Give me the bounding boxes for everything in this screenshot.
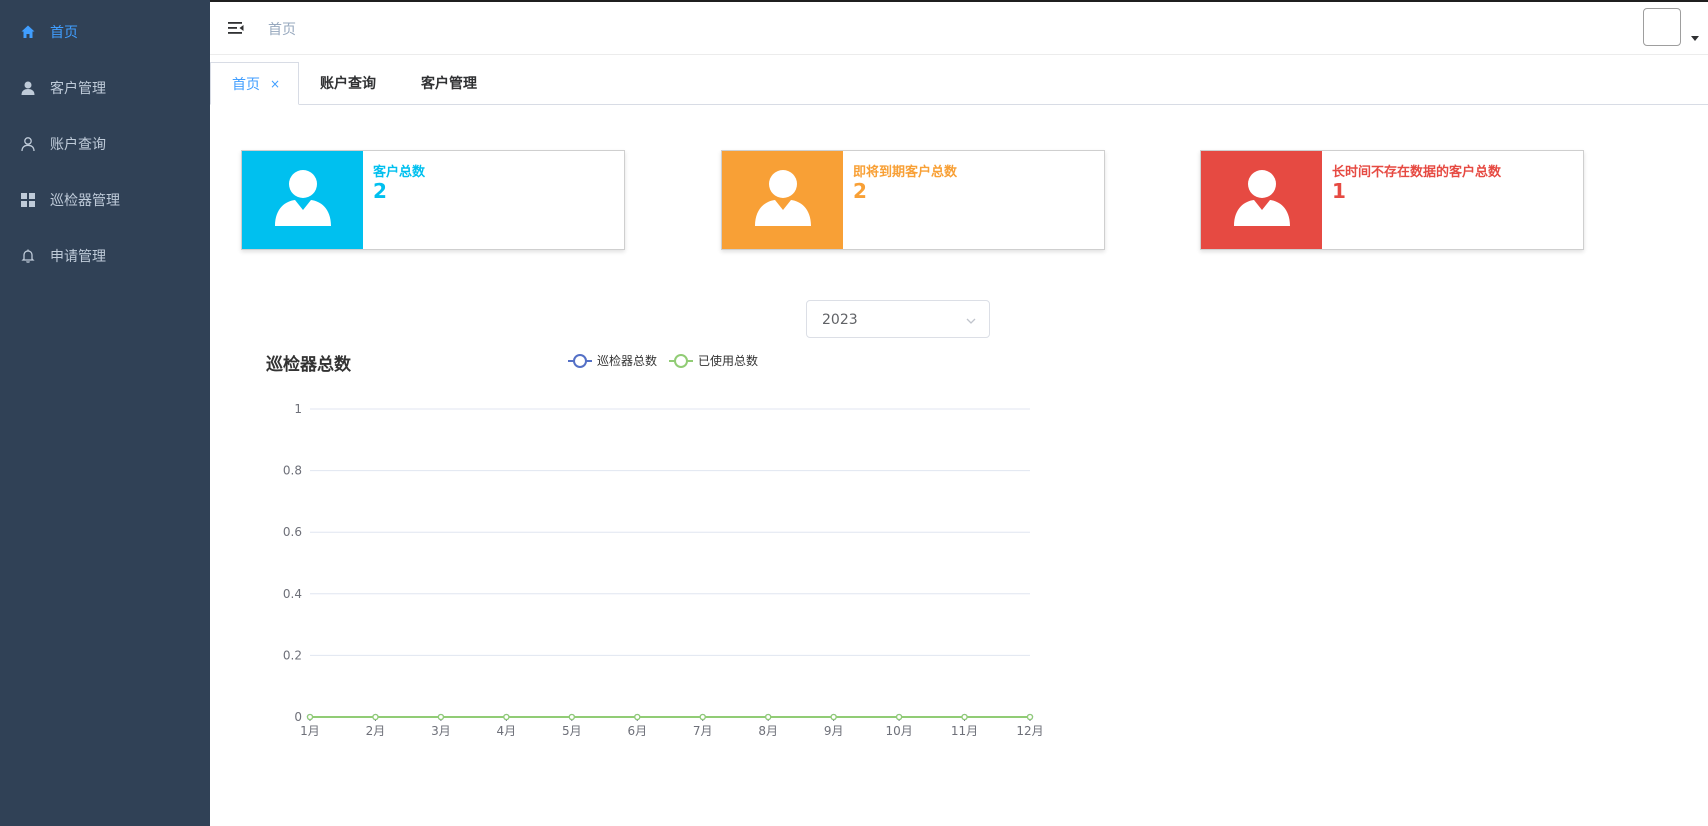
- data-point: [306, 713, 314, 721]
- x-tick-label: 12月: [1016, 724, 1043, 738]
- legend-label[interactable]: 已使用总数: [698, 353, 758, 368]
- x-tick-label: 8月: [758, 724, 778, 738]
- sidebar-item-label: 账户查询: [50, 137, 106, 153]
- main-area: 首页 首页 × 账户查询 客户管理 客户总数 2 即将到期客户总数 2 长时间不…: [210, 0, 1708, 826]
- legend-label[interactable]: 巡检器总数: [597, 353, 657, 368]
- data-point: [634, 713, 641, 721]
- user-filled-icon: [20, 80, 36, 96]
- legend-marker[interactable]: [674, 354, 688, 368]
- y-tick-label: 0.6: [283, 525, 302, 539]
- sidebar-item-application-management[interactable]: 申请管理: [0, 228, 210, 284]
- y-tick-label: 0.4: [283, 587, 302, 601]
- sidebar-item-home[interactable]: 首页: [0, 4, 210, 60]
- data-point: [765, 713, 772, 721]
- caret-down-icon[interactable]: [1691, 36, 1699, 41]
- data-point: [1026, 713, 1034, 721]
- sidebar-item-label: 巡检器管理: [50, 193, 120, 209]
- sidebar-item-label: 客户管理: [50, 81, 106, 97]
- x-tick-label: 7月: [693, 724, 713, 738]
- data-point: [830, 713, 837, 721]
- sidebar: 首页 客户管理 账户查询 巡检器管理 申请管理: [0, 0, 210, 826]
- bell-icon: [20, 248, 36, 264]
- y-tick-label: 0.8: [283, 464, 302, 478]
- home-icon: [20, 24, 36, 40]
- line-chart: 巡检器总数 00.20.40.60.811月 2月 3月 4月 5月 6月 7月 8月 9月 10…: [266, 353, 1044, 738]
- sidebar-item-customer-management[interactable]: 客户管理: [0, 60, 210, 116]
- data-point: [568, 713, 575, 721]
- data-point: [895, 713, 903, 721]
- x-tick-label: 3月: [431, 724, 451, 738]
- sidebar-item-label: 申请管理: [50, 249, 106, 265]
- sidebar-item-account-query[interactable]: 账户查询: [0, 116, 210, 172]
- data-point: [961, 713, 968, 721]
- x-tick-label: 6月: [627, 724, 647, 738]
- x-tick-label: 11月: [951, 724, 978, 738]
- legend-marker[interactable]: [573, 354, 587, 368]
- card-title: 长时间不存在数据的客户总数: [1332, 165, 1502, 180]
- grid-icon: [20, 192, 36, 208]
- data-point: [437, 713, 445, 721]
- data-point: [699, 713, 706, 721]
- card-value: 1: [1332, 179, 1346, 203]
- x-tick-label: 1月: [300, 724, 320, 738]
- x-tick-label: 2月: [366, 724, 386, 738]
- y-tick-label: 0.2: [283, 648, 302, 662]
- data-point: [372, 713, 379, 721]
- avatar[interactable]: [1643, 8, 1681, 46]
- data-point: [503, 713, 510, 721]
- sidebar-item-inspector-management[interactable]: 巡检器管理: [0, 172, 210, 228]
- x-tick-label: 9月: [824, 724, 844, 738]
- y-tick-label: 1: [294, 402, 302, 416]
- chart-title: 巡检器总数: [266, 354, 352, 375]
- x-tick-label: 5月: [562, 724, 582, 738]
- user-outline-icon: [20, 136, 36, 152]
- x-tick-label: 4月: [497, 724, 517, 738]
- y-tick-label: 0: [294, 710, 302, 724]
- sidebar-item-label: 首页: [50, 25, 78, 41]
- x-tick-label: 10月: [885, 724, 912, 738]
